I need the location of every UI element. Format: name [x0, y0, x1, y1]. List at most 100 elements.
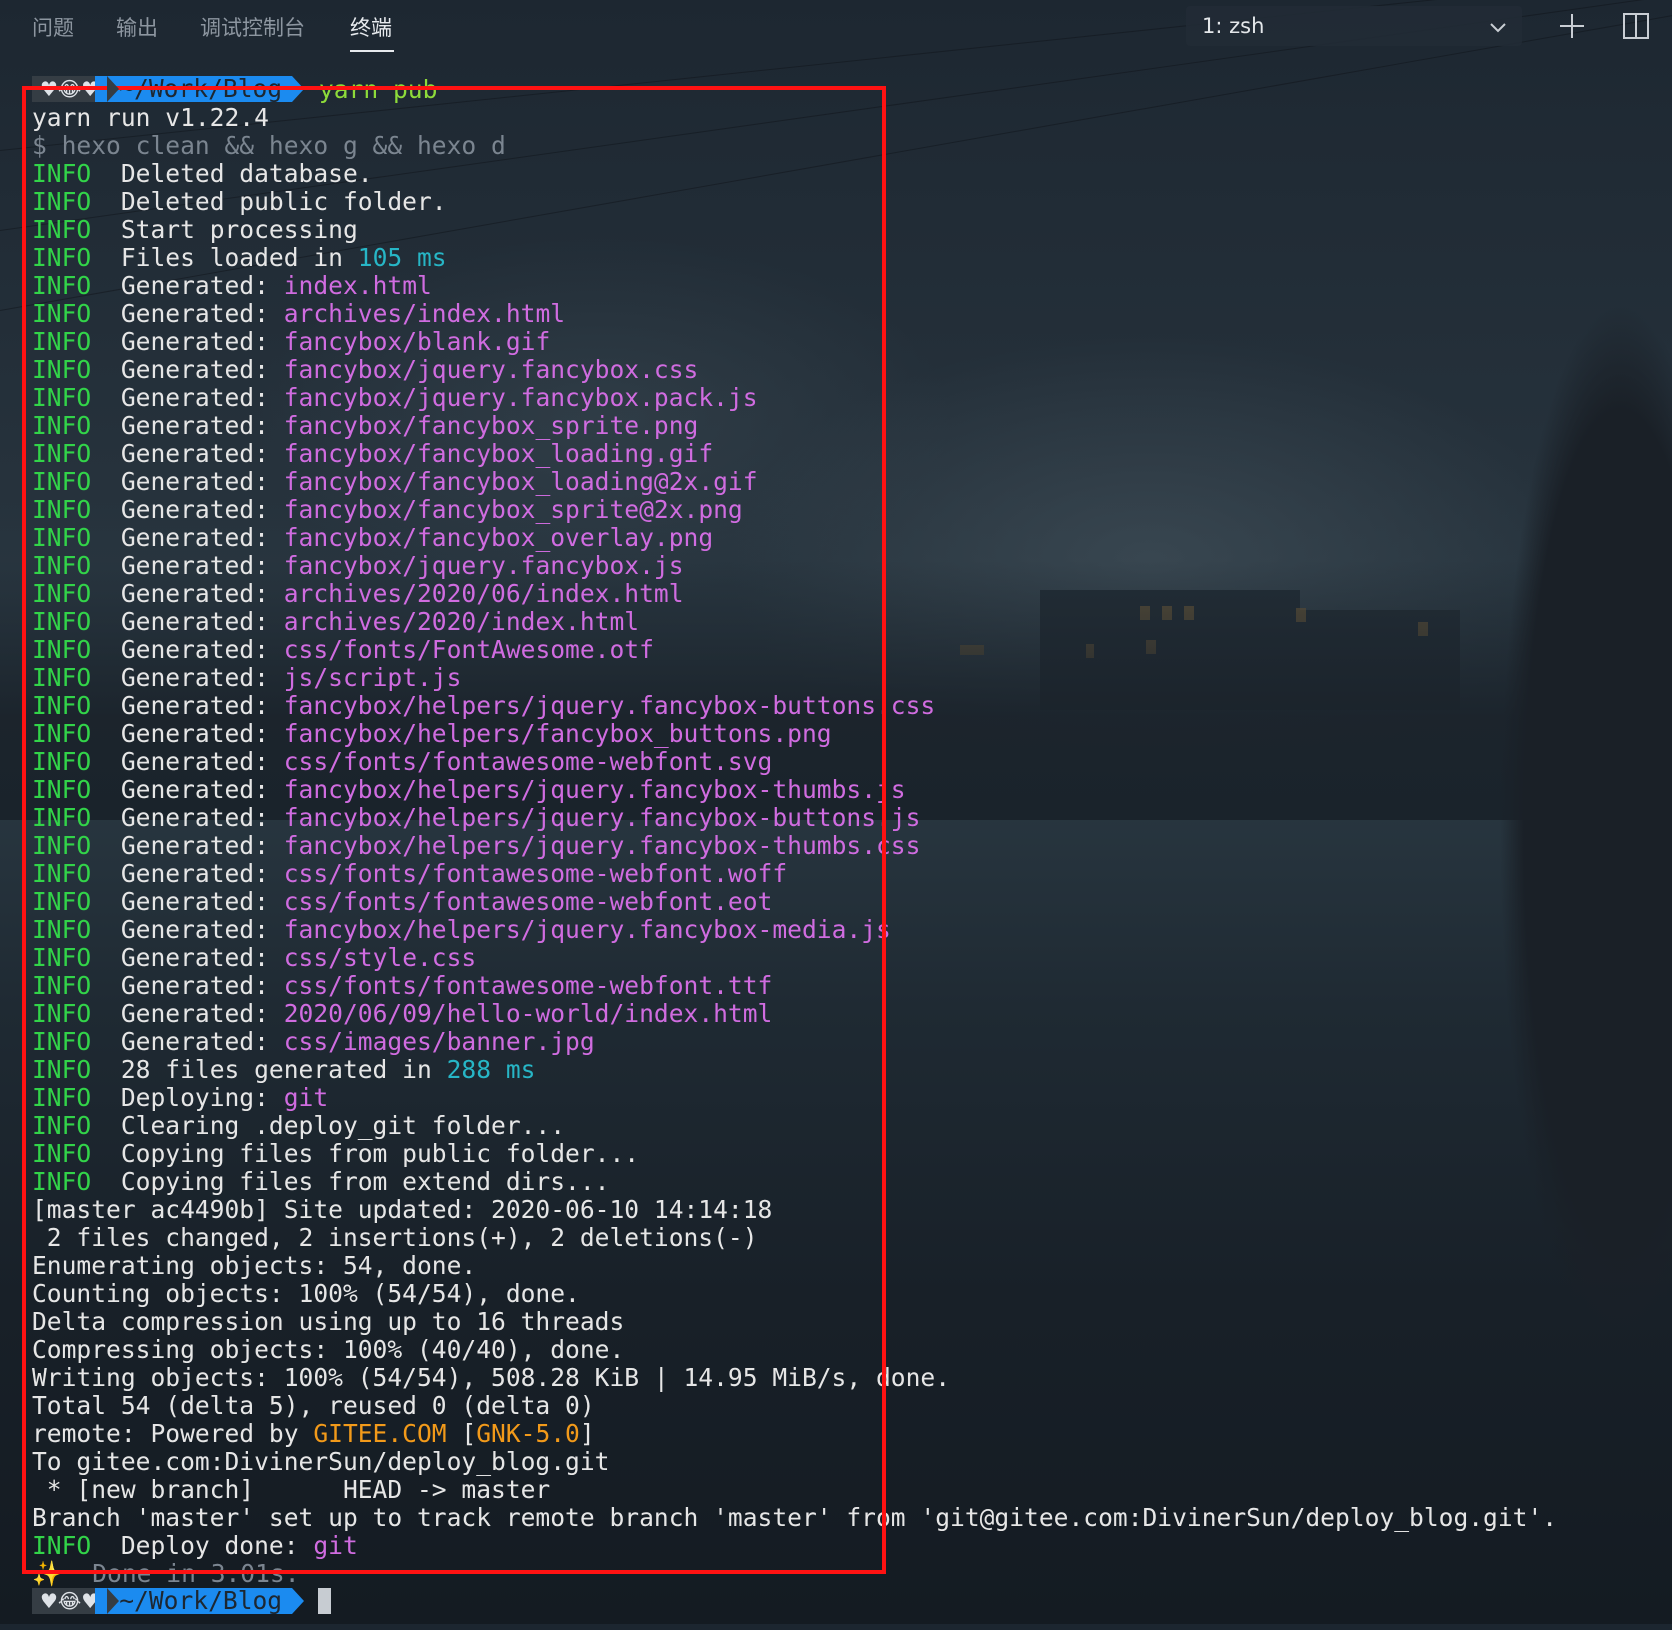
generated-path: css/fonts/fontawesome-webfont.eot [283, 887, 773, 916]
generated-path: css/images/banner.jpg [283, 1027, 595, 1056]
terminal-line: INFO Generated: css/fonts/FontAwesome.ot… [32, 636, 1557, 664]
log-level: INFO [32, 663, 92, 692]
log-text: Branch 'master' set up to track remote b… [32, 1503, 1558, 1532]
log-level: INFO [32, 1139, 92, 1168]
log-level: INFO [32, 803, 92, 832]
terminal-line: INFO Generated: css/fonts/fontawesome-we… [32, 748, 1557, 776]
tab-terminal[interactable]: 终端 [350, 12, 392, 42]
generated-path: fancybox/fancybox_overlay.png [283, 523, 714, 552]
tab-output[interactable]: 输出 [116, 12, 158, 42]
timing-value: 105 ms [357, 243, 447, 272]
terminal-line: INFO Generated: fancybox/helpers/jquery.… [32, 692, 1557, 720]
log-level: INFO [32, 383, 92, 412]
active-tab-indicator [350, 50, 394, 52]
terminal-selector-value: 1: zsh [1202, 14, 1265, 38]
terminal-line: INFO Generated: fancybox/fancybox_loadin… [32, 440, 1557, 468]
terminal-line: INFO Generated: fancybox/fancybox_sprite… [32, 496, 1557, 524]
log-level: INFO [32, 887, 92, 916]
log-level: INFO [32, 775, 92, 804]
log-text: Generated: [91, 607, 284, 636]
terminal-line: INFO 28 files generated in 288 ms [32, 1056, 1557, 1084]
generated-path: git [283, 1083, 329, 1112]
log-level: INFO [32, 999, 92, 1028]
log-text: Generated: [91, 943, 284, 972]
terminal-line: Total 54 (delta 5), reused 0 (delta 0) [32, 1392, 1557, 1420]
terminal-line: INFO Generated: css/fonts/fontawesome-we… [32, 888, 1557, 916]
panel-tab-bar: 问题 输出 调试控制台 终端 1: zsh [0, 0, 1672, 56]
tab-problems[interactable]: 问题 [32, 12, 74, 42]
terminal-line: Branch 'master' set up to track remote b… [32, 1504, 1557, 1532]
log-text: To gitee.com:DivinerSun/deploy_blog.git [32, 1447, 610, 1476]
log-text: Generated: [91, 467, 284, 496]
log-level: INFO [32, 215, 92, 244]
log-text: ] [579, 1419, 595, 1448]
terminal-line: INFO Generated: css/style.css [32, 944, 1557, 972]
log-text: Generated: [91, 355, 284, 384]
tab-debug-console[interactable]: 调试控制台 [200, 12, 305, 42]
log-level: INFO [32, 747, 92, 776]
log-level: INFO [32, 971, 92, 1000]
remote-version: GNK-5.0 [476, 1419, 580, 1448]
generated-path: fancybox/fancybox_sprite@2x.png [283, 495, 743, 524]
log-level: INFO [32, 1083, 92, 1112]
log-level: INFO [32, 439, 92, 468]
split-panel-icon[interactable] [1620, 10, 1652, 42]
generated-path: fancybox/fancybox_loading@2x.gif [283, 467, 758, 496]
generated-path: fancybox/helpers/jquery.fancybox-buttons… [283, 691, 936, 720]
terminal-line: INFO Generated: fancybox/jquery.fancybox… [32, 356, 1557, 384]
terminal-output[interactable]: ♥😂♥ ~/Work/Blog yarn pub yarn run v1.22.4… [32, 76, 1557, 1616]
chevron-down-icon [1490, 23, 1506, 33]
log-text: [ [446, 1419, 477, 1448]
prompt-cwd: ~/Work/Blog [95, 1588, 293, 1614]
log-text: Generated: [91, 999, 284, 1028]
terminal-line: INFO Copying files from public folder... [32, 1140, 1557, 1168]
log-text: Generated: [91, 299, 284, 328]
terminal-line: INFO Generated: archives/2020/index.html [32, 608, 1557, 636]
log-text: [master ac4490b] Site updated: 2020-06-1… [32, 1195, 773, 1224]
generated-path: fancybox/fancybox_loading.gif [283, 439, 714, 468]
timing-value: 288 ms [446, 1055, 536, 1084]
log-text: Clearing .deploy_git folder... [91, 1111, 566, 1140]
terminal-line: Counting objects: 100% (54/54), done. [32, 1280, 1557, 1308]
terminal-lines: yarn run v1.22.4 $ hexo clean && hexo g &… [32, 104, 1557, 1588]
log-text: Generated: [91, 271, 284, 300]
terminal-line: * [new branch] HEAD -> master [32, 1476, 1557, 1504]
log-level: INFO [32, 467, 92, 496]
generated-path: css/fonts/FontAwesome.otf [283, 635, 654, 664]
log-text: Copying files from public folder... [91, 1139, 640, 1168]
generated-path: fancybox/jquery.fancybox.js [283, 551, 684, 580]
log-text: Generated: [91, 551, 284, 580]
terminal-line: INFO Generated: fancybox/fancybox_overla… [32, 524, 1557, 552]
log-level: INFO [32, 299, 92, 328]
terminal-line: INFO Generated: 2020/06/09/hello-world/i… [32, 1000, 1557, 1028]
log-level: INFO [32, 1055, 92, 1084]
log-text: Generated: [91, 915, 284, 944]
terminal-line: INFO Clearing .deploy_git folder... [32, 1112, 1557, 1140]
log-text: Compressing objects: 100% (40/40), done. [32, 1335, 625, 1364]
terminal-cursor [318, 1588, 332, 1614]
terminal-line: Delta compression using up to 16 threads [32, 1308, 1557, 1336]
terminal-selector[interactable]: 1: zsh [1186, 6, 1522, 46]
terminal-line: INFO Generated: css/images/banner.jpg [32, 1028, 1557, 1056]
log-level: INFO [32, 635, 92, 664]
log-level: INFO [32, 551, 92, 580]
log-text: Enumerating objects: 54, done. [32, 1251, 477, 1280]
terminal-line: INFO Generated: fancybox/helpers/jquery.… [32, 832, 1557, 860]
plus-icon[interactable] [1556, 10, 1588, 42]
generated-path: index.html [283, 271, 432, 300]
generated-path: git [313, 1531, 358, 1560]
log-level: INFO [32, 243, 92, 272]
terminal-line: INFO Generated: fancybox/blank.gif [32, 328, 1557, 356]
prompt-line-current[interactable]: ♥😂♥ ~/Work/Blog [32, 1588, 1557, 1616]
log-text: Total 54 (delta 5), reused 0 (delta 0) [32, 1391, 595, 1420]
terminal-line: ✨ Done in 3.01s. [32, 1560, 1557, 1588]
terminal-line: INFO Copying files from extend dirs... [32, 1168, 1557, 1196]
terminal-line: INFO Generated: fancybox/helpers/jquery.… [32, 804, 1557, 832]
log-level: INFO [32, 187, 92, 216]
prompt-command: yarn pub [318, 75, 438, 104]
log-text: Deleted public folder. [91, 187, 447, 216]
terminal-line: INFO Generated: fancybox/helpers/jquery.… [32, 916, 1557, 944]
terminal-line: INFO Generated: css/fonts/fontawesome-we… [32, 860, 1557, 888]
log-text: Generated: [91, 719, 284, 748]
log-text: Generated: [91, 747, 284, 776]
